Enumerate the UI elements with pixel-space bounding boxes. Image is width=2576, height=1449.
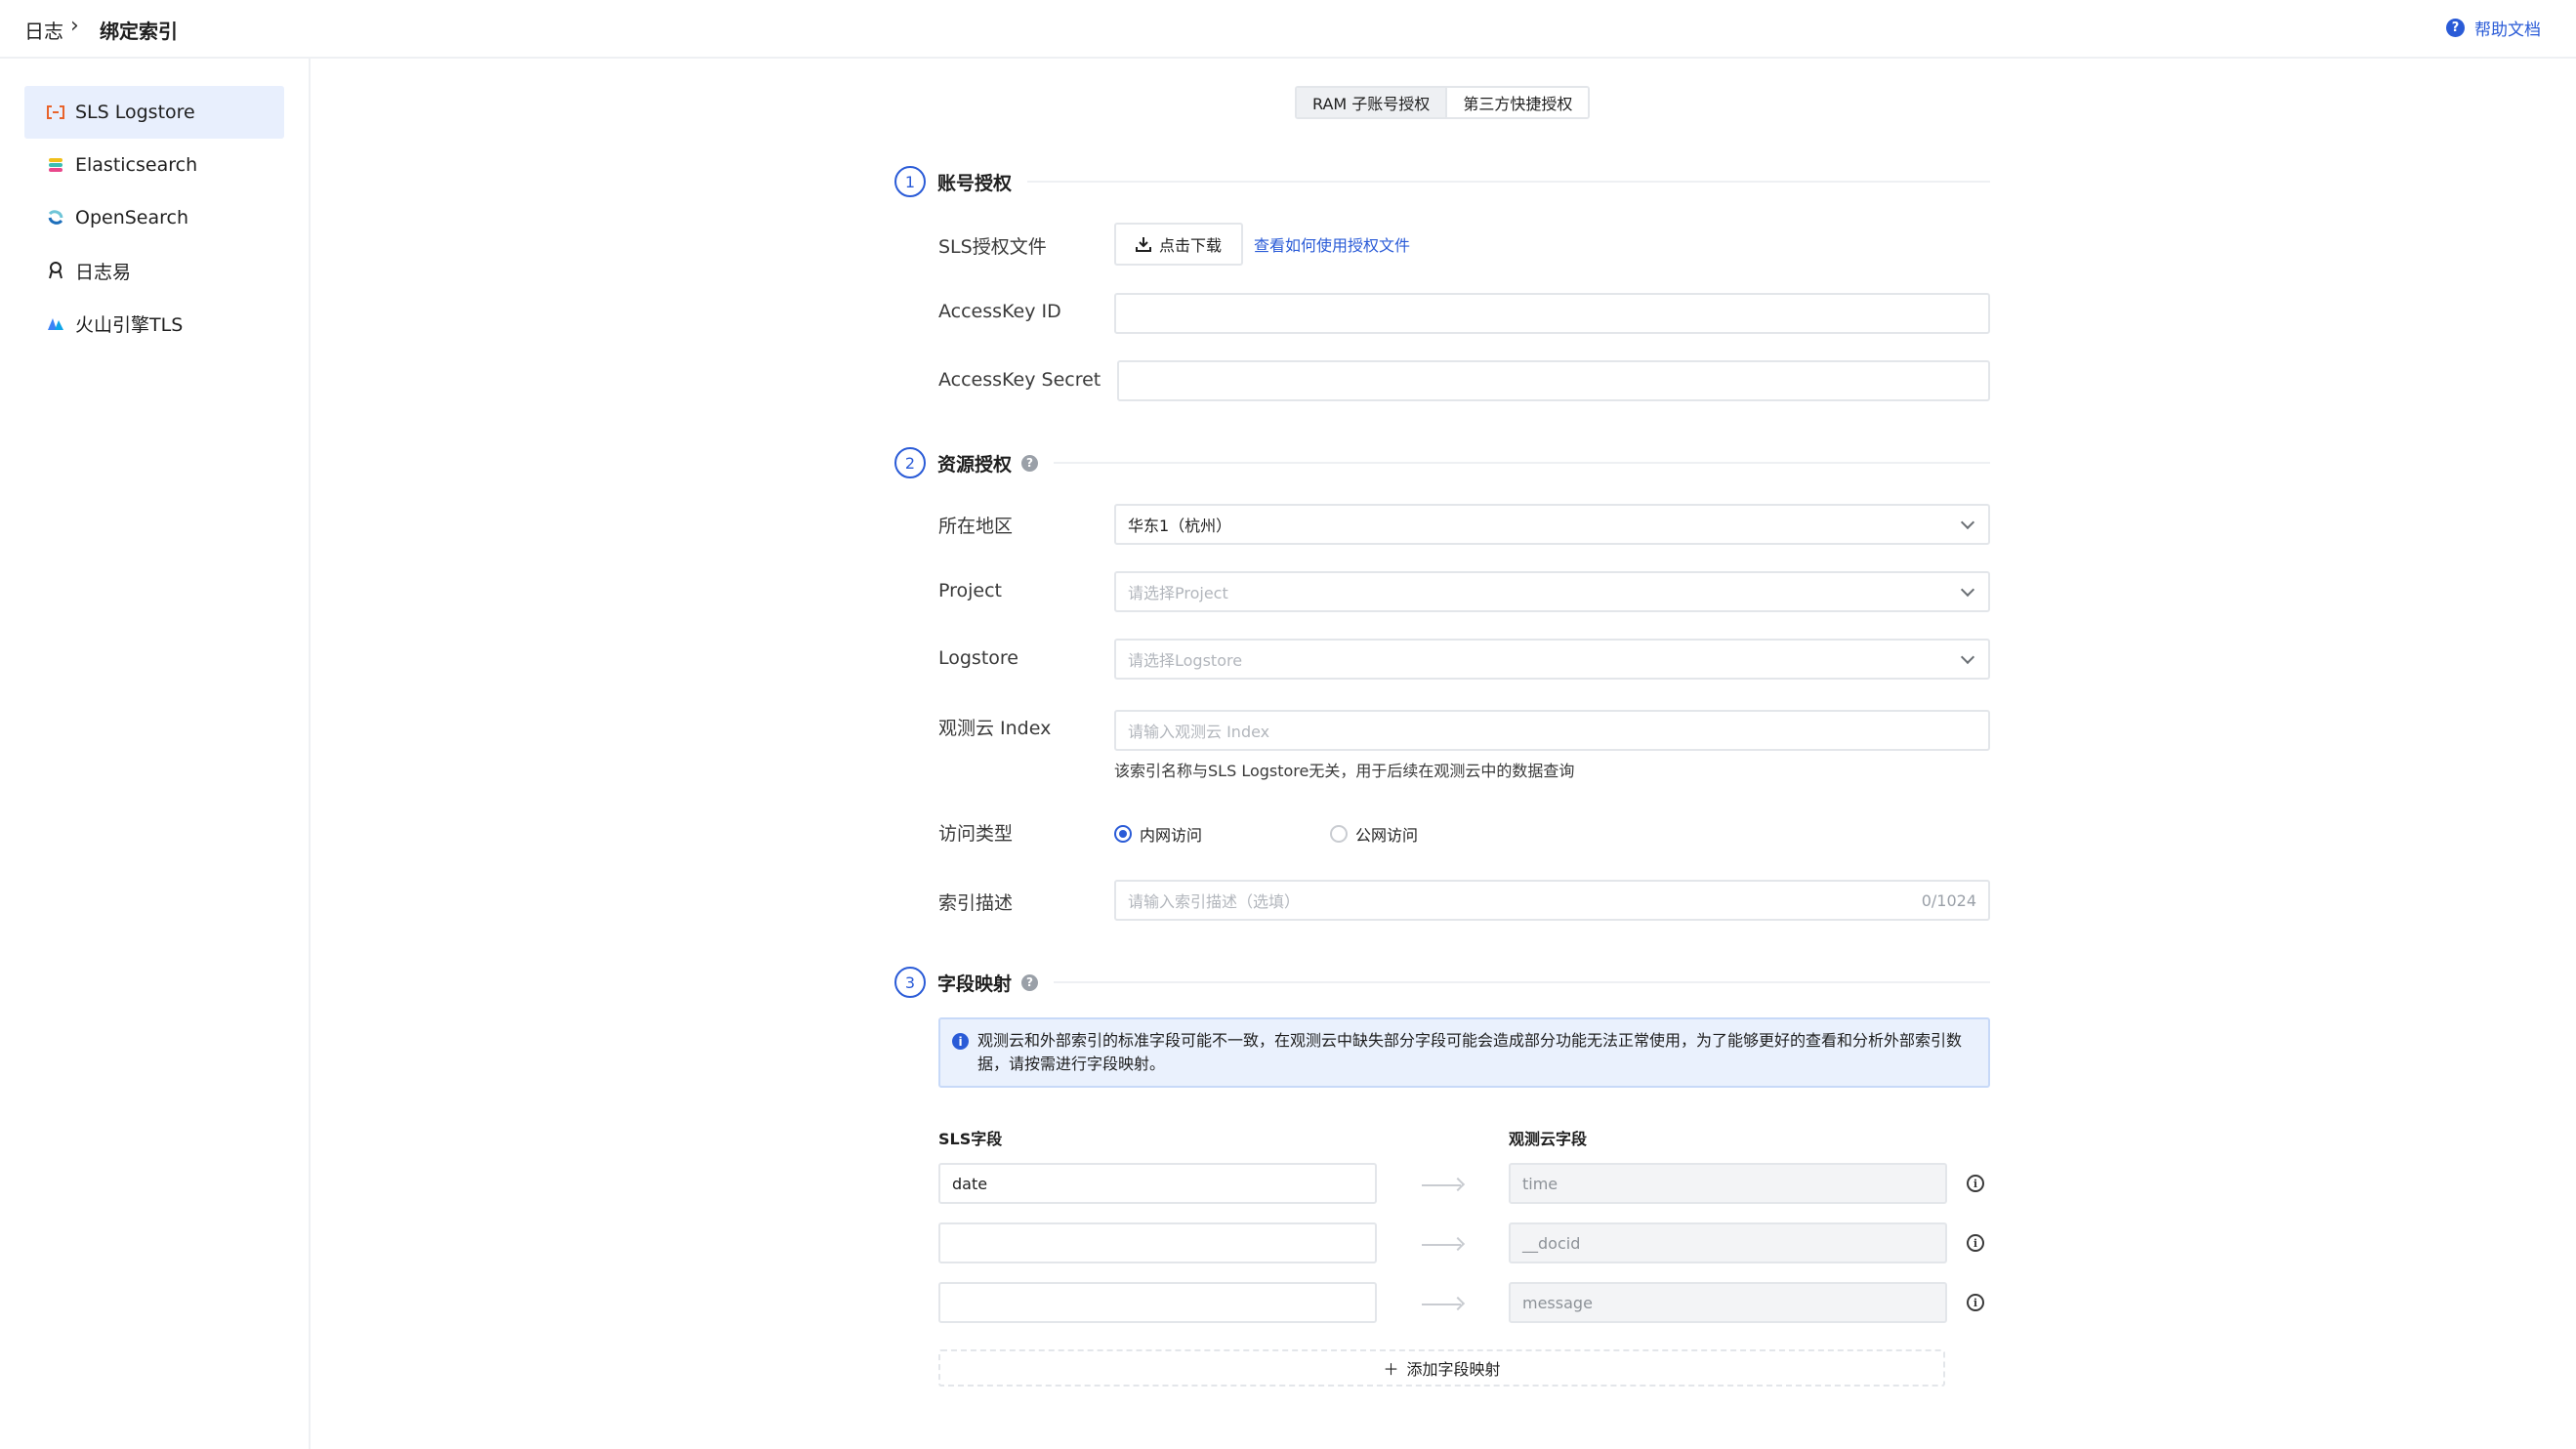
region-value: 华东1（杭州） (1128, 517, 1232, 535)
sls-logo-icon (46, 103, 65, 122)
guance-field-input: __docid (1509, 1222, 1947, 1263)
section-account-auth: 1 账号授权 (894, 166, 1990, 197)
question-mark-icon[interactable]: ? (1021, 454, 1039, 472)
sidebar-item-elasticsearch[interactable]: Elasticsearch (24, 139, 284, 191)
guance-field-column-header: 观测云字段 (1509, 1130, 1588, 1148)
index-input[interactable]: 请输入观测云 Index (1114, 710, 1990, 751)
character-counter: 0/1024 (1921, 890, 1976, 910)
notice-text: 观测云和外部索引的标准字段可能不一致，在观测云中缺失部分字段可能会造成部分功能无… (977, 1031, 1963, 1073)
guance-field-input: message (1509, 1282, 1947, 1323)
sls-field-input[interactable]: date (938, 1163, 1377, 1204)
radio-public[interactable]: 公网访问 (1330, 822, 1418, 846)
section-title: 资源授权 (937, 453, 1013, 476)
add-field-mapping-button[interactable]: ＋ 添加字段映射 (938, 1349, 1945, 1387)
elasticsearch-logo-icon (46, 155, 65, 175)
index-placeholder: 请输入观测云 Index (1128, 723, 1270, 741)
radio-internal[interactable]: 内网访问 (1114, 822, 1202, 846)
sls-field-input[interactable] (938, 1222, 1377, 1263)
add-field-mapping-label: 添加字段映射 (1406, 1360, 1501, 1379)
radio-label: 内网访问 (1140, 826, 1203, 845)
logstore-select[interactable]: 请选择Logstore (1114, 639, 1990, 680)
download-icon (1136, 236, 1151, 252)
help-docs-label: 帮助文档 (2474, 21, 2541, 40)
section-field-mapping: 3 字段映射 ? (894, 967, 1990, 998)
region-select[interactable]: 华东1（杭州） (1114, 504, 1990, 545)
section-resource-auth: 2 资源授权 ? (894, 447, 1990, 478)
question-circle-icon: ? (2446, 19, 2465, 37)
info-icon[interactable]: i (1967, 1175, 1984, 1192)
info-filled-icon: i (952, 1033, 969, 1050)
step-number: 2 (894, 447, 926, 478)
section-title: 账号授权 (937, 172, 1013, 194)
sls-field-column-header: SLS字段 (938, 1130, 1003, 1148)
help-docs-link[interactable]: ? 帮助文档 (2446, 16, 2541, 40)
radio-button[interactable] (1330, 825, 1348, 843)
step-number: 1 (894, 166, 926, 197)
sidebar-item-label: OpenSearch (75, 207, 189, 228)
access-key-secret-input[interactable] (1117, 360, 1990, 401)
region-label: 所在地区 (938, 516, 1014, 537)
download-button-label: 点击下载 (1159, 236, 1223, 255)
section-divider (1054, 462, 1990, 464)
plus-icon: ＋ (1383, 1360, 1399, 1379)
index-hint: 该索引名称与SLS Logstore无关，用于后续在观测云中的数据查询 (1114, 762, 1575, 780)
access-key-secret-label: AccessKey Secret (938, 369, 1101, 391)
project-placeholder: 请选择Project (1128, 584, 1228, 602)
radio-button-checked[interactable] (1114, 825, 1132, 843)
section-divider (1027, 181, 1990, 183)
info-icon[interactable]: i (1967, 1294, 1984, 1311)
auth-file-help-link[interactable]: 查看如何使用授权文件 (1254, 232, 1410, 256)
question-mark-icon[interactable]: ? (1021, 973, 1039, 991)
access-key-id-input[interactable] (1114, 293, 1990, 334)
radio-label: 公网访问 (1355, 826, 1419, 845)
project-label: Project (938, 580, 1003, 601)
volcengine-logo-icon (46, 313, 65, 333)
description-input[interactable]: 请输入索引描述（选填） 0/1024 (1114, 880, 1990, 921)
chevron-down-icon (1960, 582, 1975, 598)
auth-tabs: RAM 子账号授权 第三方快捷授权 (1295, 86, 1591, 119)
field-mapping-notice: i 观测云和外部索引的标准字段可能不一致，在观测云中缺失部分字段可能会造成部分功… (938, 1017, 1990, 1088)
logstore-placeholder: 请选择Logstore (1128, 651, 1243, 670)
sidebar-item-sls-logstore[interactable]: SLS Logstore (24, 86, 284, 139)
tab-ram-subaccount[interactable]: RAM 子账号授权 (1297, 88, 1446, 117)
guance-field-input: time (1509, 1163, 1947, 1204)
sidebar-item-rizhiyi[interactable]: 日志易 (24, 244, 284, 297)
sls-auth-file-label: SLS授权文件 (938, 236, 1047, 258)
chevron-down-icon (1960, 649, 1975, 665)
step-number: 3 (894, 967, 926, 998)
section-divider (1054, 981, 1990, 983)
breadcrumb-current: 绑定索引 (100, 20, 178, 43)
breadcrumb-separator-icon: › (70, 14, 79, 38)
sidebar-item-volcengine-tls[interactable]: 火山引擎TLS (24, 297, 284, 350)
sidebar-item-label: 火山引擎TLS (75, 313, 184, 336)
project-select[interactable]: 请选择Project (1114, 571, 1990, 612)
tab-third-party[interactable]: 第三方快捷授权 (1445, 88, 1589, 117)
opensearch-logo-icon (46, 208, 65, 228)
access-key-id-label: AccessKey ID (938, 301, 1061, 322)
sls-field-input[interactable] (938, 1282, 1377, 1323)
section-title: 字段映射 (937, 973, 1013, 995)
description-placeholder: 请输入索引描述（选填） (1128, 892, 1301, 911)
breadcrumb-root[interactable]: 日志 (24, 16, 63, 44)
arrow-right-icon (1422, 1304, 1461, 1305)
sidebar-item-label: Elasticsearch (75, 154, 198, 176)
access-type-label: 访问类型 (938, 823, 1014, 845)
description-label: 索引描述 (938, 892, 1014, 914)
logstore-label: Logstore (938, 647, 1018, 669)
rizhiyi-logo-icon (46, 261, 65, 280)
arrow-right-icon (1422, 1244, 1461, 1246)
top-header: 日志 › 绑定索引 ? 帮助文档 (0, 0, 2576, 59)
sidebar-item-label: SLS Logstore (75, 102, 195, 123)
index-label: 观测云 Index (938, 718, 1052, 739)
info-icon[interactable]: i (1967, 1234, 1984, 1252)
download-button[interactable]: 点击下载 (1114, 223, 1244, 266)
sidebar: SLS Logstore Elasticsearch OpenSearch 日志… (0, 59, 311, 1449)
chevron-down-icon (1960, 515, 1975, 530)
arrow-right-icon (1422, 1184, 1461, 1186)
sidebar-item-label: 日志易 (75, 261, 132, 283)
sidebar-item-opensearch[interactable]: OpenSearch (24, 191, 284, 244)
